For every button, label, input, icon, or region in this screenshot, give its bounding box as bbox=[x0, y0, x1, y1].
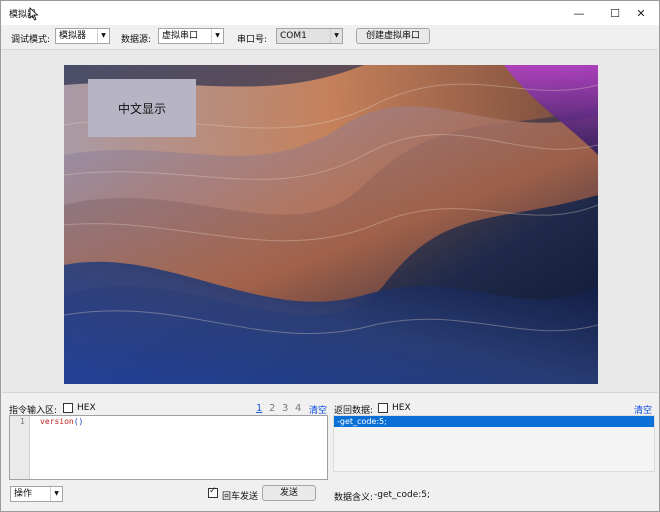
port-select[interactable]: COM1 ▼ bbox=[276, 28, 343, 44]
page-tab-3[interactable]: 3 bbox=[282, 403, 288, 414]
code-line: version() bbox=[40, 417, 83, 426]
command-editor[interactable]: 1 version() bbox=[9, 415, 328, 480]
port-label: 串口号: bbox=[237, 35, 268, 45]
chevron-down-icon: ▼ bbox=[330, 29, 342, 43]
return-data-list[interactable]: -get_code:5; bbox=[333, 415, 655, 472]
page-tab-4[interactable]: 4 bbox=[295, 403, 301, 414]
display-area: 中文显示 bbox=[2, 49, 658, 393]
mouse-cursor-icon bbox=[29, 7, 39, 21]
minimize-button[interactable]: — bbox=[561, 1, 597, 25]
chinese-display-box: 中文显示 bbox=[88, 79, 196, 137]
toolbar: 调试模式: 模拟器 ▼ 数据源: 虚拟串口 ▼ 串口号: COM1 ▼ 创建虚拟… bbox=[1, 25, 659, 49]
data-source-select[interactable]: 虚拟串口 ▼ bbox=[158, 28, 224, 44]
page-tab-1[interactable]: 1 bbox=[256, 403, 262, 414]
line-number-gutter: 1 bbox=[10, 416, 30, 479]
title-bar: 模拟器 — ☐ ✕ bbox=[1, 1, 659, 25]
command-hex-checkbox[interactable] bbox=[63, 403, 73, 413]
page-tab-2[interactable]: 2 bbox=[269, 403, 275, 414]
line-number: 1 bbox=[20, 417, 25, 426]
chinese-display-text: 中文显示 bbox=[117, 101, 166, 116]
code-function: version bbox=[40, 417, 74, 426]
debug-mode-value: 模拟器 bbox=[59, 31, 87, 41]
data-source-label: 数据源: bbox=[121, 35, 152, 45]
send-button[interactable]: 发送 bbox=[262, 485, 316, 501]
cr-send-label: 回车发送 bbox=[222, 492, 259, 502]
data-source-value: 虚拟串口 bbox=[162, 31, 199, 41]
chevron-down-icon: ▼ bbox=[211, 29, 223, 43]
close-button[interactable]: ✕ bbox=[623, 1, 659, 25]
return-data-row-selected[interactable]: -get_code:5; bbox=[334, 416, 654, 427]
simulator-window: 模拟器 — ☐ ✕ 调试模式: 模拟器 ▼ 数据源: 虚拟串口 ▼ 串口号: C… bbox=[0, 0, 660, 512]
command-hex-label: HEX bbox=[77, 403, 96, 413]
return-hex-label: HEX bbox=[392, 403, 411, 413]
return-hex-checkbox[interactable] bbox=[378, 403, 388, 413]
operation-value: 操作 bbox=[14, 489, 33, 499]
data-meaning-label: 数据含义: bbox=[334, 493, 374, 503]
debug-mode-label: 调试模式: bbox=[11, 35, 51, 45]
port-value: COM1 bbox=[280, 31, 307, 41]
data-meaning-value: -get_code:5; bbox=[374, 490, 431, 500]
operation-select[interactable]: 操作 ▼ bbox=[10, 486, 63, 502]
cr-send-checkbox[interactable] bbox=[208, 486, 218, 498]
debug-mode-select[interactable]: 模拟器 ▼ bbox=[55, 28, 110, 44]
chevron-down-icon: ▼ bbox=[97, 29, 109, 43]
create-virtual-port-button[interactable]: 创建虚拟串口 bbox=[356, 28, 430, 44]
wallpaper-image: 中文显示 bbox=[64, 65, 598, 384]
code-parens: () bbox=[73, 417, 84, 426]
chevron-down-icon: ▼ bbox=[50, 487, 62, 501]
